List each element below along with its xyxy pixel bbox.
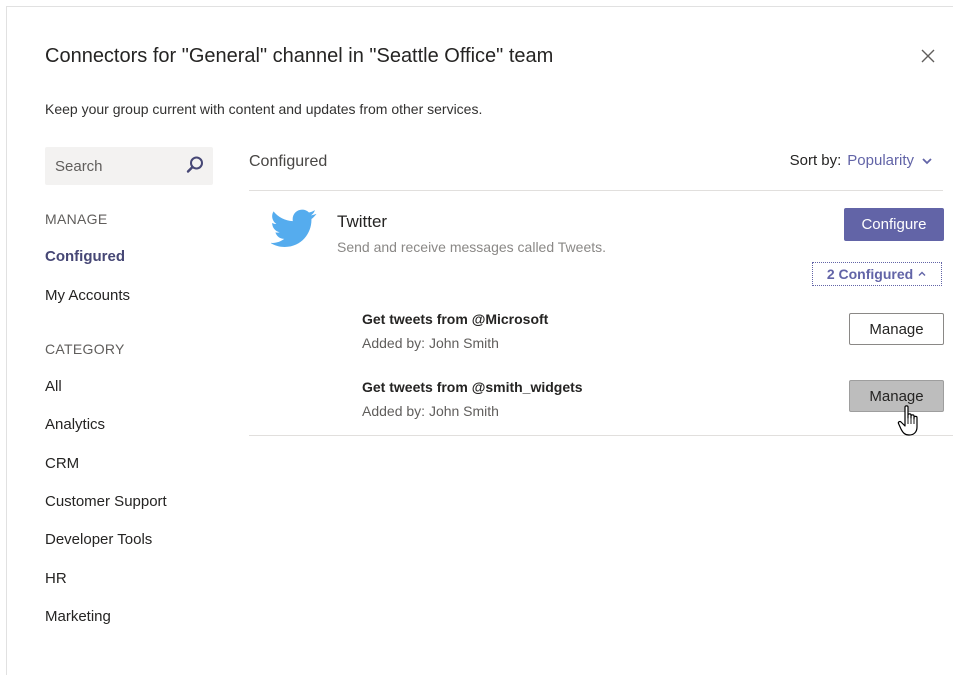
connector-description: Send and receive messages called Tweets. <box>337 239 607 255</box>
configuration-title: Get tweets from @Microsoft <box>362 311 549 327</box>
sidebar-item-customer-support[interactable]: Customer Support <box>45 493 167 510</box>
list-divider <box>249 435 953 436</box>
configuration-added-by: Added by: John Smith <box>362 335 499 351</box>
search-icon[interactable] <box>185 155 205 175</box>
configured-count-label: 2 Configured <box>826 266 914 282</box>
sidebar-item-crm[interactable]: CRM <box>45 455 79 472</box>
sidebar-item-analytics[interactable]: Analytics <box>45 416 105 433</box>
manage-button[interactable]: Manage <box>849 313 944 345</box>
category-heading: CATEGORY <box>45 341 125 357</box>
sidebar-item-developer-tools[interactable]: Developer Tools <box>45 531 152 548</box>
configuration-added-by: Added by: John Smith <box>362 403 499 419</box>
sidebar-item-all[interactable]: All <box>45 378 62 395</box>
configure-button[interactable]: Configure <box>844 208 944 241</box>
configured-count-toggle[interactable]: 2 Configured <box>812 262 942 286</box>
chevron-down-icon[interactable] <box>920 154 934 168</box>
sort-dropdown[interactable]: Sort by: Popularity <box>790 152 934 169</box>
sort-label: Sort by: <box>789 152 842 169</box>
dialog-title: Connectors for "General" channel in "Sea… <box>45 45 554 67</box>
connector-name: Twitter <box>337 212 388 231</box>
sidebar-item-hr[interactable]: HR <box>45 570 67 587</box>
section-title: Configured <box>249 153 328 170</box>
configuration-title: Get tweets from @smith_widgets <box>362 379 583 395</box>
chevron-up-icon <box>918 271 926 276</box>
hand-cursor-icon <box>897 405 918 436</box>
manage-heading: MANAGE <box>45 211 108 227</box>
sidebar-item-my-accounts[interactable]: My Accounts <box>45 287 130 304</box>
close-icon[interactable] <box>917 45 939 67</box>
twitter-logo <box>271 209 317 247</box>
sort-value[interactable]: Popularity <box>847 152 914 169</box>
sidebar-item-marketing[interactable]: Marketing <box>45 608 111 625</box>
dialog-subtitle: Keep your group current with content and… <box>45 101 483 117</box>
connectors-dialog: Connectors for "General" channel in "Sea… <box>6 6 953 675</box>
sidebar-item-configured[interactable]: Configured <box>45 248 125 265</box>
section-divider <box>249 190 943 191</box>
